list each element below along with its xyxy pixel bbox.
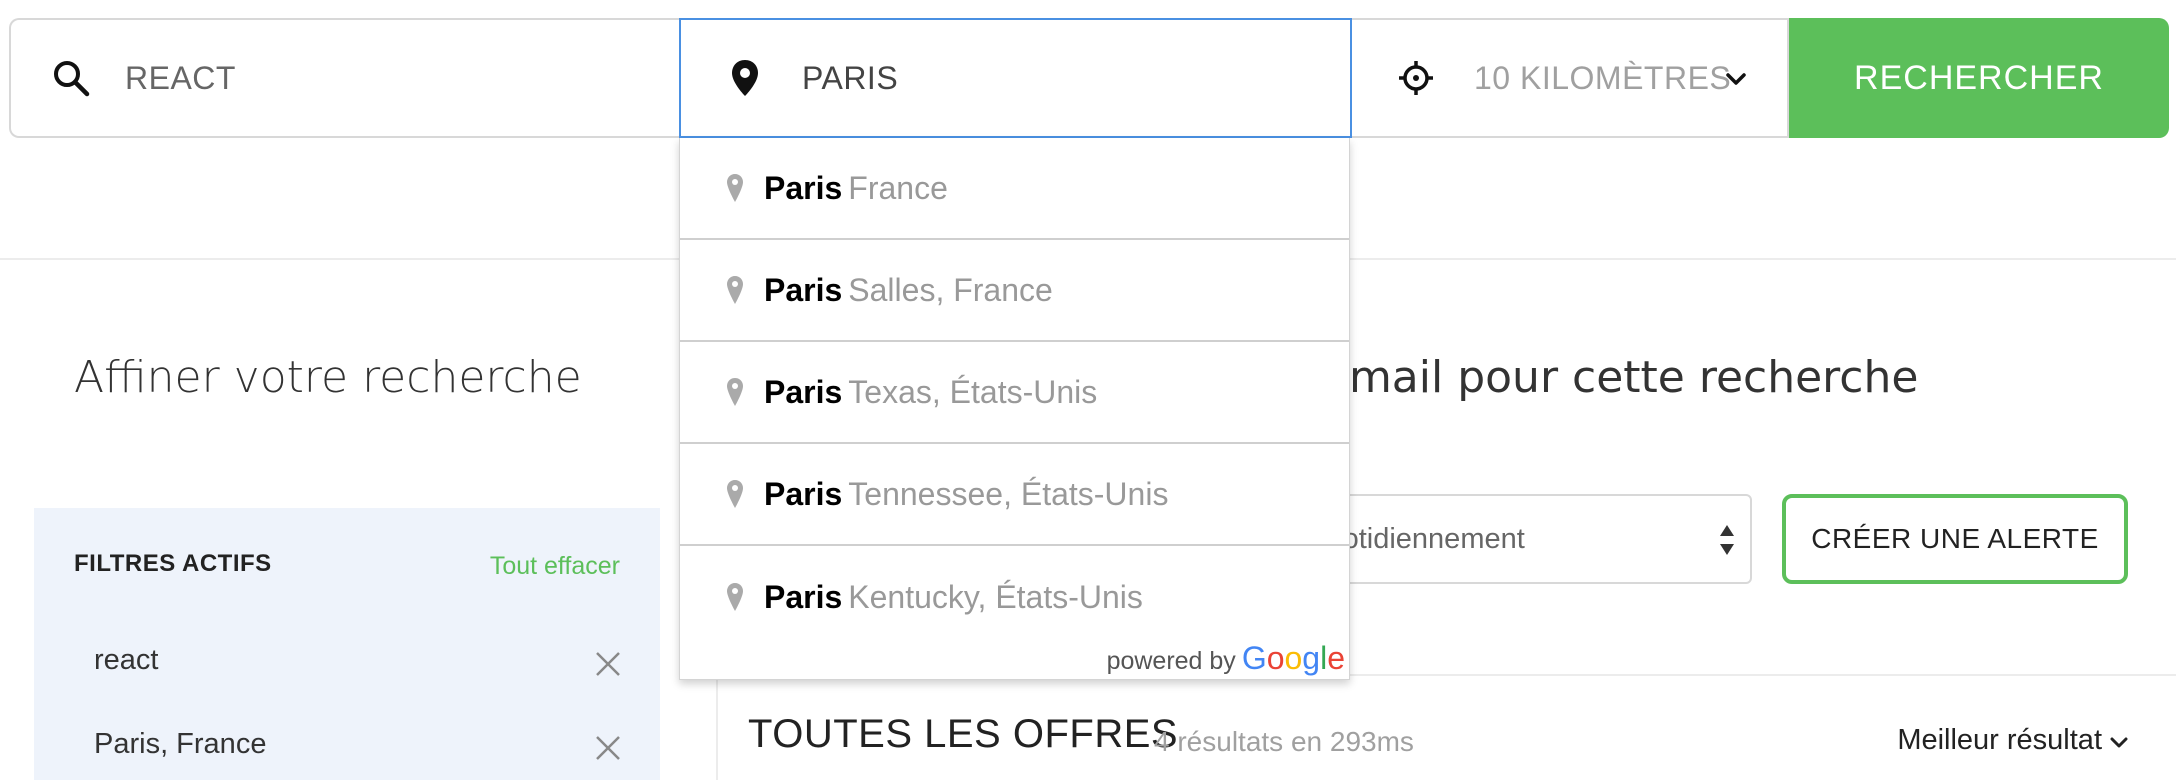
- updown-arrows-icon: [1718, 522, 1736, 558]
- close-icon[interactable]: [594, 650, 622, 678]
- sort-dropdown[interactable]: Meilleur résultat: [1897, 724, 2128, 757]
- suggestion-secondary-text: Tennessee, États-Unis: [848, 475, 1169, 512]
- location-pin-icon: [723, 56, 767, 100]
- map-pin-icon: [724, 172, 746, 204]
- location-suggestion[interactable]: Paris Kentucky, États-Unis: [680, 546, 1349, 648]
- chevron-down-icon: [2110, 724, 2128, 757]
- suggestion-main-text: Paris: [764, 169, 843, 206]
- filter-chip-label: Paris, France: [94, 728, 267, 760]
- filter-chip-label: react: [94, 644, 159, 676]
- google-logo: Google: [1242, 640, 1345, 677]
- chevron-down-icon[interactable]: [1721, 64, 1751, 94]
- location-field[interactable]: [679, 18, 1352, 138]
- suggestion-secondary-text: Texas, États-Unis: [848, 373, 1098, 410]
- close-icon[interactable]: [594, 734, 622, 762]
- search-bar: 10 KILOMÈTRES RECHERCHER: [9, 18, 2169, 138]
- suggestion-main-text: Paris: [764, 373, 843, 410]
- clear-all-link[interactable]: Tout effacer: [490, 552, 620, 581]
- google-letter: G: [1241, 640, 1267, 676]
- google-letter: o: [1266, 640, 1285, 676]
- sort-label: Meilleur résultat: [1897, 724, 2102, 756]
- location-input[interactable]: [802, 59, 1302, 97]
- powered-by-text: powered by: [1106, 647, 1236, 675]
- map-pin-icon: [724, 274, 746, 306]
- suggestion-main-text: Paris: [764, 475, 843, 512]
- google-letter: e: [1327, 640, 1345, 676]
- keyword-input[interactable]: [125, 59, 625, 97]
- radius-value: 10 KILOMÈTRES: [1474, 59, 1732, 96]
- suggestion-secondary-text: Salles, France: [848, 271, 1053, 308]
- search-icon: [49, 56, 93, 100]
- results-count: 4 résultats en 293ms: [1154, 726, 1414, 757]
- map-pin-icon: [724, 376, 746, 408]
- keyword-field[interactable]: [9, 18, 681, 138]
- map-pin-icon: [724, 581, 746, 613]
- suggestion-secondary-text: France: [848, 169, 948, 206]
- filters-heading: FILTRES ACTIFS: [74, 550, 272, 577]
- results-vertical-divider: [716, 674, 718, 780]
- location-autocomplete-dropdown: Paris France Paris Salles, France Paris …: [679, 138, 1350, 680]
- radius-select[interactable]: 10 KILOMÈTRES: [1352, 18, 1789, 138]
- search-button[interactable]: RECHERCHER: [1789, 18, 2169, 138]
- location-suggestion[interactable]: Paris France: [680, 138, 1349, 240]
- suggestion-secondary-text: Kentucky, États-Unis: [848, 578, 1143, 615]
- refine-title: Affiner votre recherche: [74, 352, 582, 403]
- google-letter: g: [1302, 640, 1321, 676]
- map-pin-icon: [724, 478, 746, 510]
- powered-by-google: powered by Google: [1107, 640, 1345, 677]
- suggestion-main-text: Paris: [764, 271, 843, 308]
- location-suggestion[interactable]: Paris Tennessee, États-Unis: [680, 444, 1349, 546]
- location-suggestion[interactable]: Paris Texas, États-Unis: [680, 342, 1349, 444]
- alert-title: e-mail pour cette recherche: [1306, 352, 1919, 403]
- google-letter: o: [1284, 640, 1303, 676]
- location-suggestion[interactable]: Paris Salles, France: [680, 240, 1349, 342]
- create-alert-button[interactable]: CRÉER UNE ALERTE: [1782, 494, 2128, 584]
- suggestion-main-text: Paris: [764, 578, 843, 615]
- active-filters-panel: FILTRES ACTIFS Tout effacer react Paris,…: [34, 508, 660, 780]
- crosshair-icon[interactable]: [1394, 56, 1438, 100]
- results-title: TOUTES LES OFFRES: [748, 712, 1179, 756]
